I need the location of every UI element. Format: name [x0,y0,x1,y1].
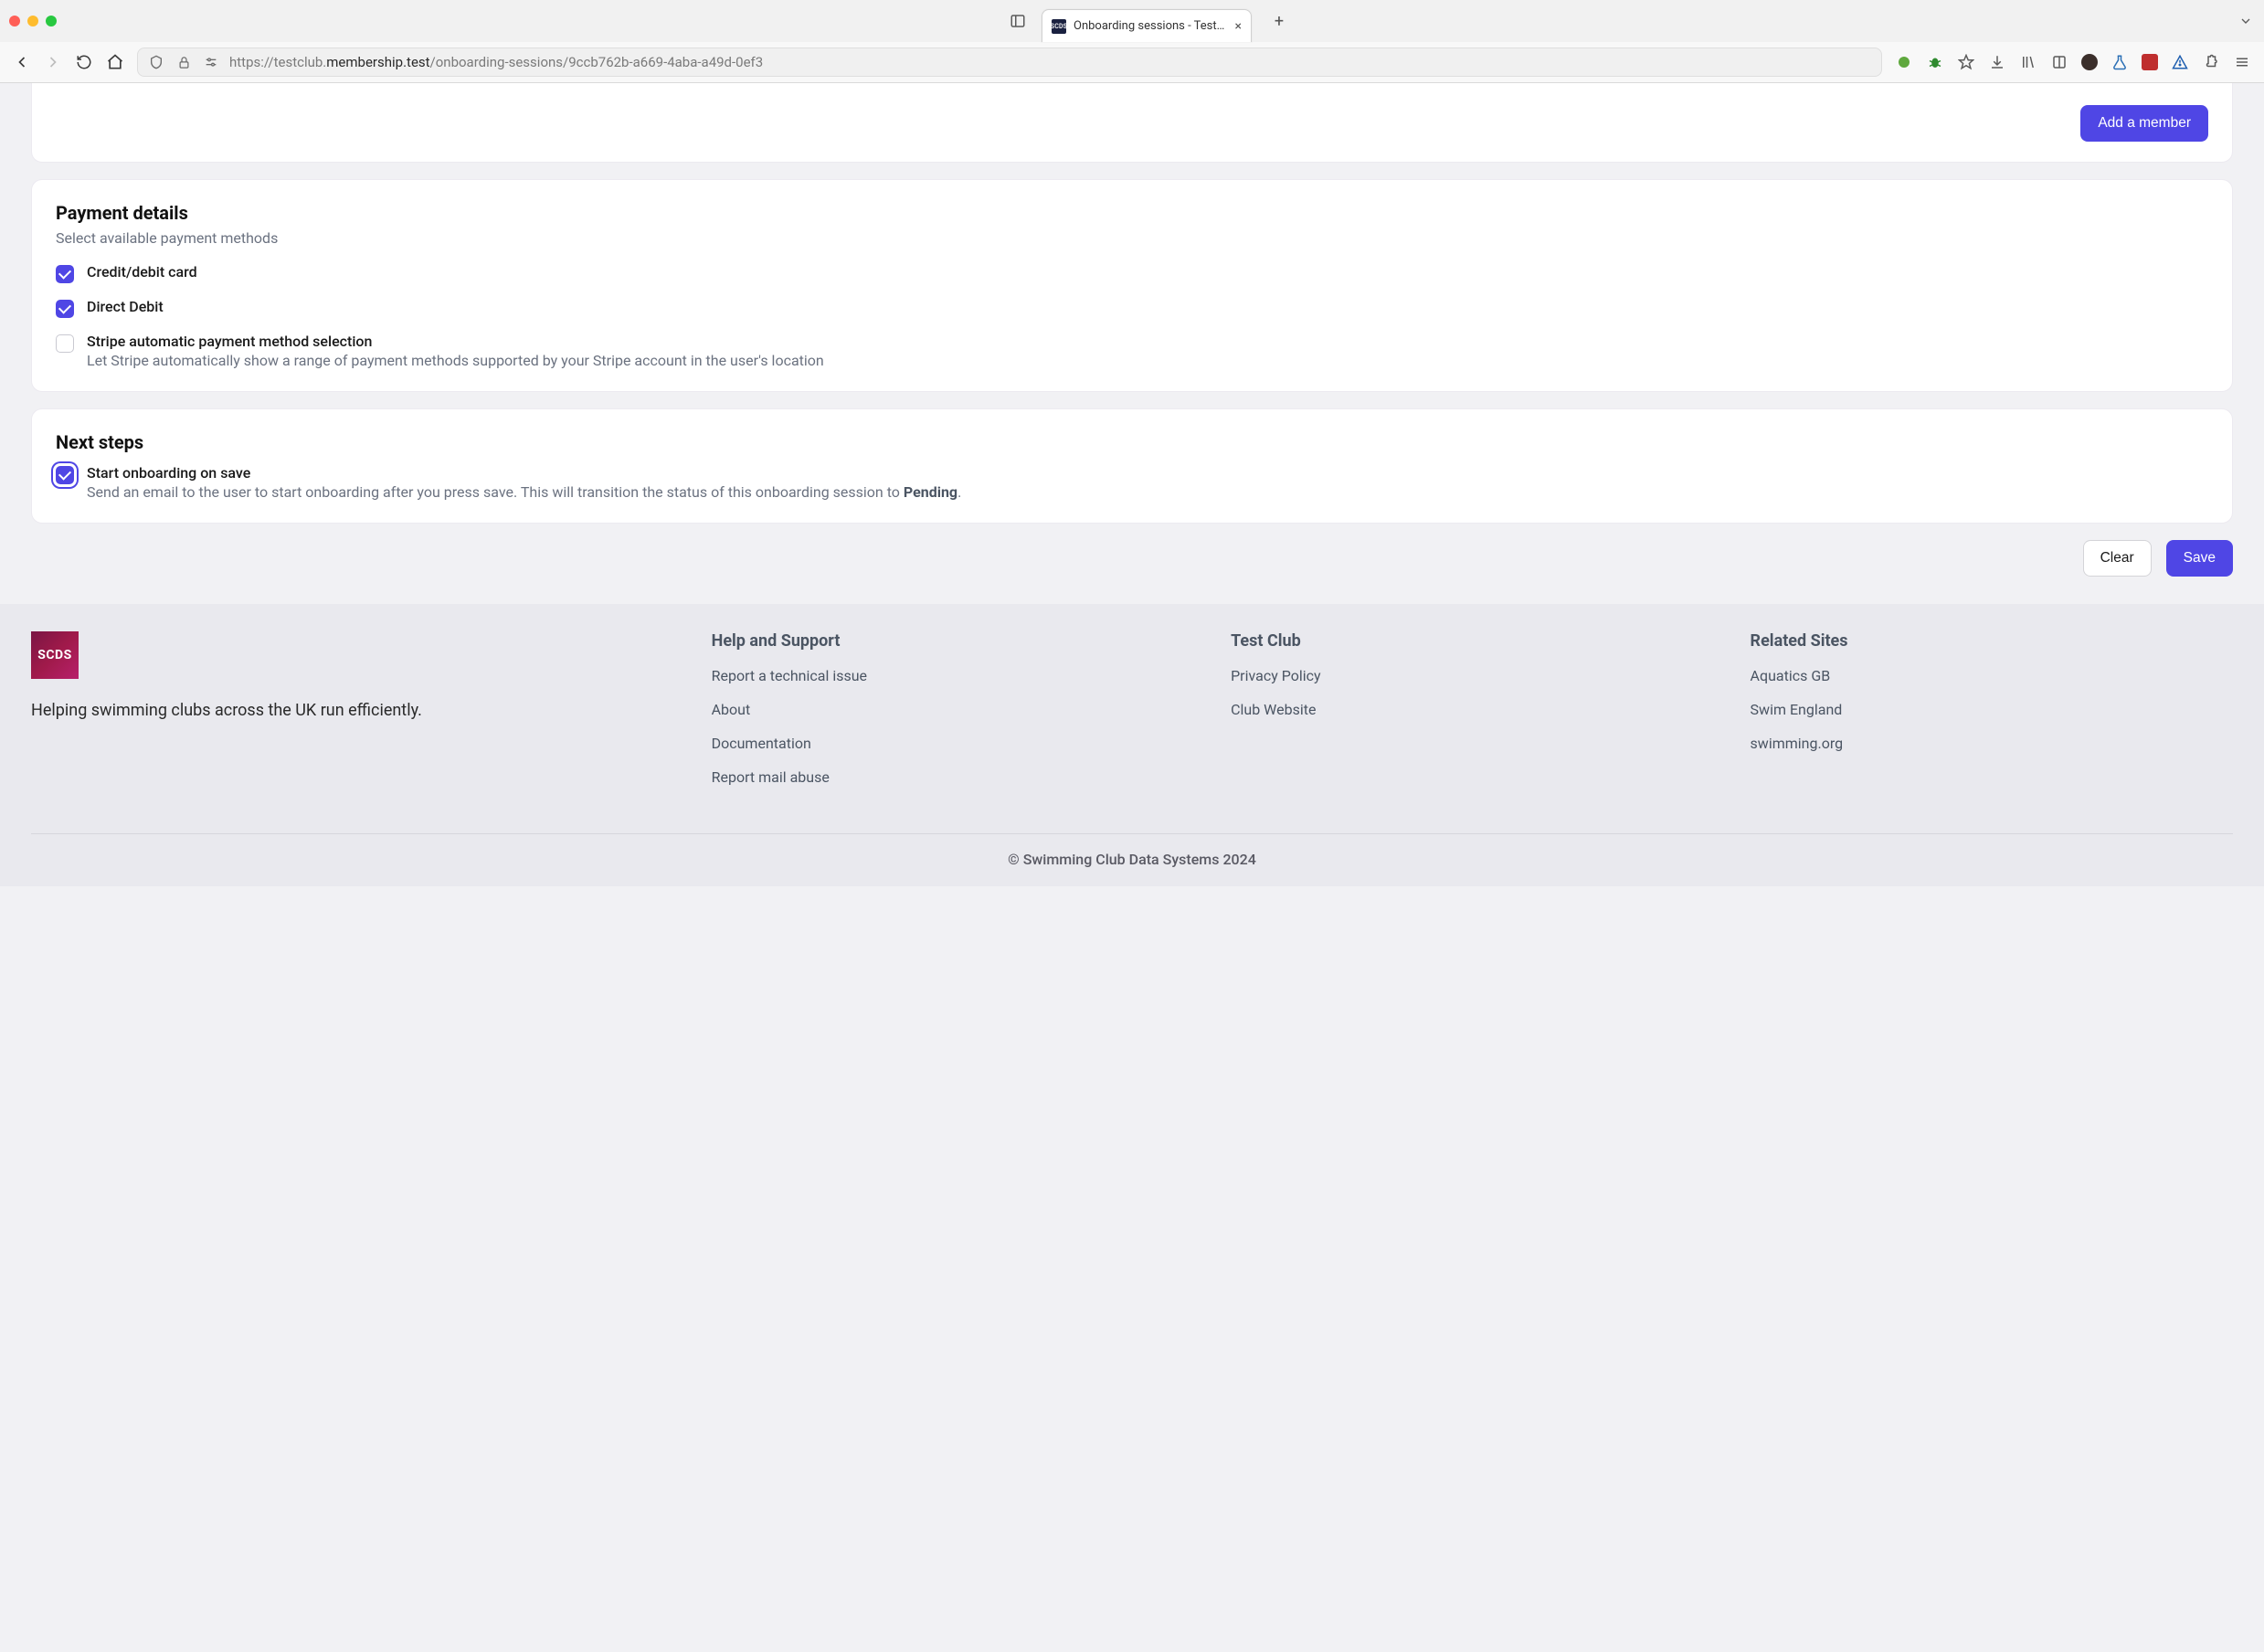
red-extension-icon[interactable] [2142,54,2158,70]
payment-option-label: Stripe automatic payment method selectio… [87,333,824,350]
browser-tab[interactable]: SCDS Onboarding sessions - Test Clu × [1042,9,1252,42]
menu-icon[interactable] [2233,53,2251,71]
back-icon[interactable] [13,53,31,71]
window-zoom-icon[interactable] [46,16,57,26]
footer-link[interactable]: Report mail abuse [712,768,1194,786]
window-minimize-icon[interactable] [27,16,38,26]
checkbox-stripe-auto[interactable] [56,334,74,353]
page: Add a member Payment details Select avai… [0,83,2264,886]
tab-overflow-icon[interactable] [2237,12,2255,30]
sidebar-toggle-icon[interactable] [1009,12,1027,30]
save-button[interactable]: Save [2166,540,2233,577]
footer-col-club: Test Club Privacy Policy Club Website [1231,631,1713,802]
tab-close-icon[interactable]: × [1235,19,1242,34]
forward-icon [44,53,62,71]
payment-option-row: Stripe automatic payment method selectio… [56,333,2208,369]
payment-option-label: Credit/debit card [87,263,197,281]
checkbox-direct-debit[interactable] [56,300,74,318]
address-bar[interactable]: https://testclub.membership.test/onboard… [137,48,1882,77]
extension-green-icon[interactable] [1895,53,1913,71]
shield-icon[interactable] [147,53,165,71]
footer-col-help: Help and Support Report a technical issu… [712,631,1194,802]
permissions-icon[interactable] [202,53,220,71]
form-actions: Clear Save [31,524,2233,604]
footer-heading: Help and Support [712,631,1194,651]
tab-favicon: SCDS [1052,19,1066,34]
add-member-button[interactable]: Add a member [2080,105,2208,142]
home-icon[interactable] [106,53,124,71]
bookmark-star-icon[interactable] [1957,53,1975,71]
next-steps-option-label: Start onboarding on save [87,464,961,482]
checkbox-start-onboarding[interactable] [56,466,74,484]
downloads-icon[interactable] [1988,53,2006,71]
tab-title: Onboarding sessions - Test Clu [1074,19,1228,33]
payment-option-row: Credit/debit card [56,263,2208,283]
payment-option-row: Direct Debit [56,298,2208,318]
next-steps-option-row: Start onboarding on save Send an email t… [56,464,2208,501]
toolbar-icons [1895,53,2251,71]
payment-option-description: Let Stripe automatically show a range of… [87,352,824,369]
lock-icon[interactable] [175,53,193,71]
flask-icon[interactable] [2111,53,2129,71]
window-controls[interactable] [9,16,57,26]
payment-details-heading: Payment details [56,202,2208,224]
payment-option-label: Direct Debit [87,298,164,315]
triangle-extension-icon[interactable] [2171,53,2189,71]
footer-heading: Test Club [1231,631,1713,651]
footer-col-related: Related Sites Aquatics GB Swim England s… [1751,631,2233,802]
footer-link[interactable]: Documentation [712,735,1194,752]
footer-link[interactable]: About [712,701,1194,718]
members-card-partial: Add a member [31,83,2233,163]
checkbox-credit-debit[interactable] [56,265,74,283]
page-footer: SCDS Helping swimming clubs across the U… [0,604,2264,886]
next-steps-heading: Next steps [56,431,2208,453]
footer-link[interactable]: swimming.org [1751,735,2233,752]
account-avatar-icon[interactable] [2081,54,2098,70]
next-steps-option-description: Send an email to the user to start onboa… [87,483,961,501]
extensions-icon[interactable] [2202,53,2220,71]
footer-heading: Related Sites [1751,631,2233,651]
footer-link[interactable]: Swim England [1751,701,2233,718]
footer-brand: SCDS Helping swimming clubs across the U… [31,631,675,802]
new-tab-button[interactable]: + [1266,8,1292,34]
footer-copyright: © Swimming Club Data Systems 2024 [31,851,2233,868]
footer-tagline: Helping swimming clubs across the UK run… [31,701,675,720]
payment-details-subheading: Select available payment methods [56,229,2208,247]
footer-link[interactable]: Privacy Policy [1231,667,1713,684]
footer-link[interactable]: Report a technical issue [712,667,1194,684]
footer-link[interactable]: Club Website [1231,701,1713,718]
footer-logo: SCDS [31,631,79,679]
reload-icon[interactable] [75,53,93,71]
browser-chrome: SCDS Onboarding sessions - Test Clu × + [0,0,2264,83]
clear-button[interactable]: Clear [2083,540,2152,577]
bug-icon[interactable] [1926,53,1944,71]
library-icon[interactable] [2019,53,2037,71]
window-close-icon[interactable] [9,16,20,26]
next-steps-card: Next steps Start onboarding on save Send… [31,408,2233,524]
footer-link[interactable]: Aquatics GB [1751,667,2233,684]
nav-row: https://testclub.membership.test/onboard… [0,42,2264,82]
url-text: https://testclub.membership.test/onboard… [229,54,1872,70]
reader-icon[interactable] [2050,53,2068,71]
footer-divider [31,833,2233,834]
tab-strip: SCDS Onboarding sessions - Test Clu × + [0,0,2264,42]
payment-details-card: Payment details Select available payment… [31,179,2233,392]
